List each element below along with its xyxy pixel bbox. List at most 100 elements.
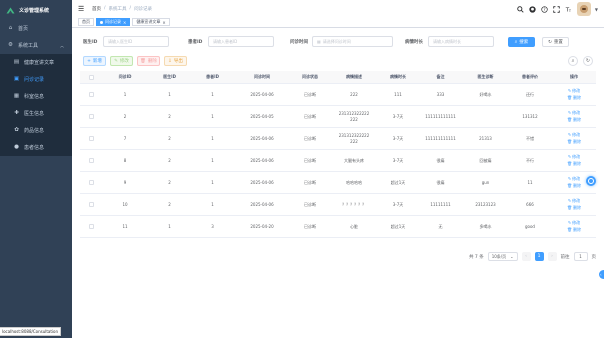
prev-page-button[interactable]: ‹ (521, 252, 531, 261)
tag-home[interactable]: 首页 (78, 18, 94, 26)
delete-button[interactable]: 🗑 删除 (137, 56, 160, 66)
row-edit-label: 修改 (572, 132, 581, 137)
column-header: 问诊时间 (254, 74, 270, 79)
row-delete-button[interactable]: 🗑 删除 (567, 95, 581, 101)
row-delete-button[interactable]: 🗑 删除 (567, 161, 581, 167)
row-delete-button[interactable]: 🗑 删除 (567, 227, 581, 233)
page-size-select[interactable]: 10条/页 ⌄ (487, 252, 518, 261)
select-all-checkbox[interactable] (88, 74, 94, 80)
row-checkbox[interactable] (88, 114, 94, 119)
edge-expand-button[interactable]: ‹ (599, 270, 604, 279)
table-cell: 3-7天 (392, 157, 404, 163)
add-button[interactable]: + 新增 (83, 56, 106, 66)
table-row[interactable]: 2 2 1 2025-04-05 已诊断 231312322222 222 3-7天 1111… (80, 106, 596, 128)
sidebar-item-consultation-records[interactable]: ▣ 问诊记录 (0, 71, 72, 88)
breadcrumb-item-home[interactable]: 首页 (92, 6, 101, 12)
sidebar-item-patients[interactable]: ● 患者信息 (0, 139, 72, 156)
row-checkbox[interactable] (88, 136, 94, 141)
row-actions: ✎ 修改 🗑 删除 (552, 154, 596, 167)
next-page-button[interactable]: › (547, 252, 557, 261)
row-edit-label: 修改 (572, 110, 581, 115)
row-edit-label: 修改 (572, 176, 581, 181)
table-cell: 2025-04-05 (250, 113, 274, 119)
patient-id-input[interactable]: 请输入患者ID (208, 36, 274, 47)
table-cell: 回被痛 (479, 157, 492, 163)
search-icon[interactable] (517, 5, 525, 13)
row-edit-button[interactable]: ✎ 修改 (568, 176, 580, 182)
table-cell: 21313 (479, 135, 492, 141)
search-button-label: 搜索 (519, 40, 529, 45)
sidebar-item-system-tools[interactable]: ⚙ 系统工具 ︿ (0, 37, 72, 54)
sidebar-item-home[interactable]: ⌂ 首页 (0, 20, 72, 37)
table-row[interactable]: 8 2 1 2025-04-06 已诊断 大腿有头疼 3-7天 很痛 回被痛 不行 ✎ 修改 🗑 删除 (80, 150, 596, 172)
page-number[interactable]: 1 (534, 252, 544, 261)
search-button[interactable]: ⌕ 搜索 (508, 37, 535, 47)
row-delete-label: 删除 (573, 117, 582, 122)
page-suffix: 页 (591, 254, 597, 260)
sidebar-item-medicines[interactable]: ✿ 药品信息 (0, 122, 72, 139)
toggle-search-button[interactable]: ⌕ (568, 56, 578, 66)
caret-down-icon[interactable]: ▼ (595, 7, 598, 12)
row-edit-button[interactable]: ✎ 修改 (568, 154, 580, 160)
close-icon[interactable]: × (123, 20, 126, 25)
sidebar-item-label: 系统工具 (18, 43, 39, 49)
export-button[interactable]: ⇩ 导出 (164, 56, 187, 66)
table-row[interactable]: 9 2 1 2025-04-06 已诊断 哈哈哈哈 超过1天 很痛 gun 11 ✎ 修改 🗑 删除 (80, 172, 596, 194)
status-bar-url: localhost:8088/Consultation (0, 327, 62, 336)
hamburger-icon[interactable]: ☰ (78, 5, 86, 13)
avatar[interactable] (576, 2, 591, 16)
table-cell: 不错 (526, 135, 534, 141)
edit-button[interactable]: ✎ 修改 (110, 56, 133, 66)
row-edit-button[interactable]: ✎ 修改 (568, 220, 580, 226)
row-delete-button[interactable]: 🗑 删除 (567, 139, 581, 145)
record-icon: ▣ (13, 75, 20, 82)
goto-page-input[interactable]: 1 (573, 252, 588, 261)
sidebar-item-departments[interactable]: ▦ 科室信息 (0, 88, 72, 105)
logo[interactable]: 义诊管理系统 (0, 0, 72, 20)
table-row[interactable]: 1 1 1 2025-04-06 已诊断 222 111 333 好喝水 还行 ✎ 修改 🗑 删除 (80, 84, 596, 106)
consult-time-label: 问诊时间 (290, 40, 308, 45)
close-icon[interactable]: × (162, 20, 165, 25)
row-checkbox[interactable] (88, 202, 94, 207)
row-delete-button[interactable]: 🗑 删除 (567, 183, 581, 189)
duration-input[interactable]: 请输入病情时长 (428, 36, 494, 47)
row-edit-button[interactable]: ✎ 修改 (568, 110, 580, 116)
github-icon[interactable] (529, 5, 537, 13)
table-header: 问诊ID 医生ID 患者ID 问诊时间 问诊状态 病情描述 病情时长 备注 医生… (80, 71, 596, 84)
sidebar-item-health-articles[interactable]: ▤ 健康宣讲文章 (0, 54, 72, 71)
row-delete-button[interactable]: 🗑 删除 (567, 205, 581, 211)
table-cell: 还行 (526, 91, 534, 97)
refresh-button[interactable]: ↻ (583, 56, 593, 66)
row-select-cell (80, 224, 102, 229)
floating-settings-button[interactable] (586, 176, 596, 186)
trash-icon: 🗑 (566, 227, 573, 232)
tag-consultation-records[interactable]: 问诊记录 × (96, 18, 131, 26)
trash-icon: 🗑 (566, 117, 573, 122)
row-checkbox[interactable] (88, 180, 94, 185)
row-delete-label: 删除 (573, 95, 582, 100)
sidebar-item-doctors[interactable]: ✚ 医生信息 (0, 105, 72, 122)
sidebar-item-label: 医生信息 (24, 111, 45, 117)
reset-button[interactable]: ↻ 重置 (542, 37, 569, 47)
table-body: 1 1 1 2025-04-06 已诊断 222 111 333 好喝水 还行 ✎ 修改 🗑 删除 2 2 1 2… (80, 84, 596, 238)
row-edit-button[interactable]: ✎ 修改 (568, 132, 580, 138)
row-checkbox[interactable] (88, 92, 94, 97)
table-row[interactable]: 10 2 1 2025-04-06 已诊断 ？？？？？？ 3-7天 11111111 23123… (80, 194, 596, 216)
row-checkbox[interactable] (88, 158, 94, 163)
pagination-total: 共 7 条 (468, 254, 484, 260)
row-delete-button[interactable]: 🗑 删除 (567, 117, 581, 123)
doctor-id-input[interactable]: 请输入医生ID (103, 36, 169, 47)
row-checkbox[interactable] (88, 224, 94, 229)
tag-health-articles[interactable]: 健康宣讲文章 × (132, 18, 170, 26)
table-row[interactable]: 7 2 1 2025-04-06 已诊断 231312322222 222 3-7天 1111… (80, 128, 596, 150)
row-edit-button[interactable]: ✎ 修改 (568, 88, 580, 94)
help-icon[interactable]: ? (541, 5, 549, 13)
table-cell: 3-7天 (392, 135, 404, 141)
fullscreen-icon[interactable] (553, 5, 561, 13)
row-actions: ✎ 修改 🗑 删除 (552, 198, 596, 211)
consult-time-picker[interactable]: ▦ 请选择问诊时间 (312, 36, 393, 47)
row-edit-button[interactable]: ✎ 修改 (568, 198, 580, 204)
trash-icon: 🗑 (566, 183, 573, 188)
table-row[interactable]: 11 1 3 2025-04-20 已诊断 心脏 超过1天无多喝水 good ✎ 修改 🗑 删除 (80, 216, 596, 238)
font-size-icon[interactable]: TT (565, 5, 573, 13)
